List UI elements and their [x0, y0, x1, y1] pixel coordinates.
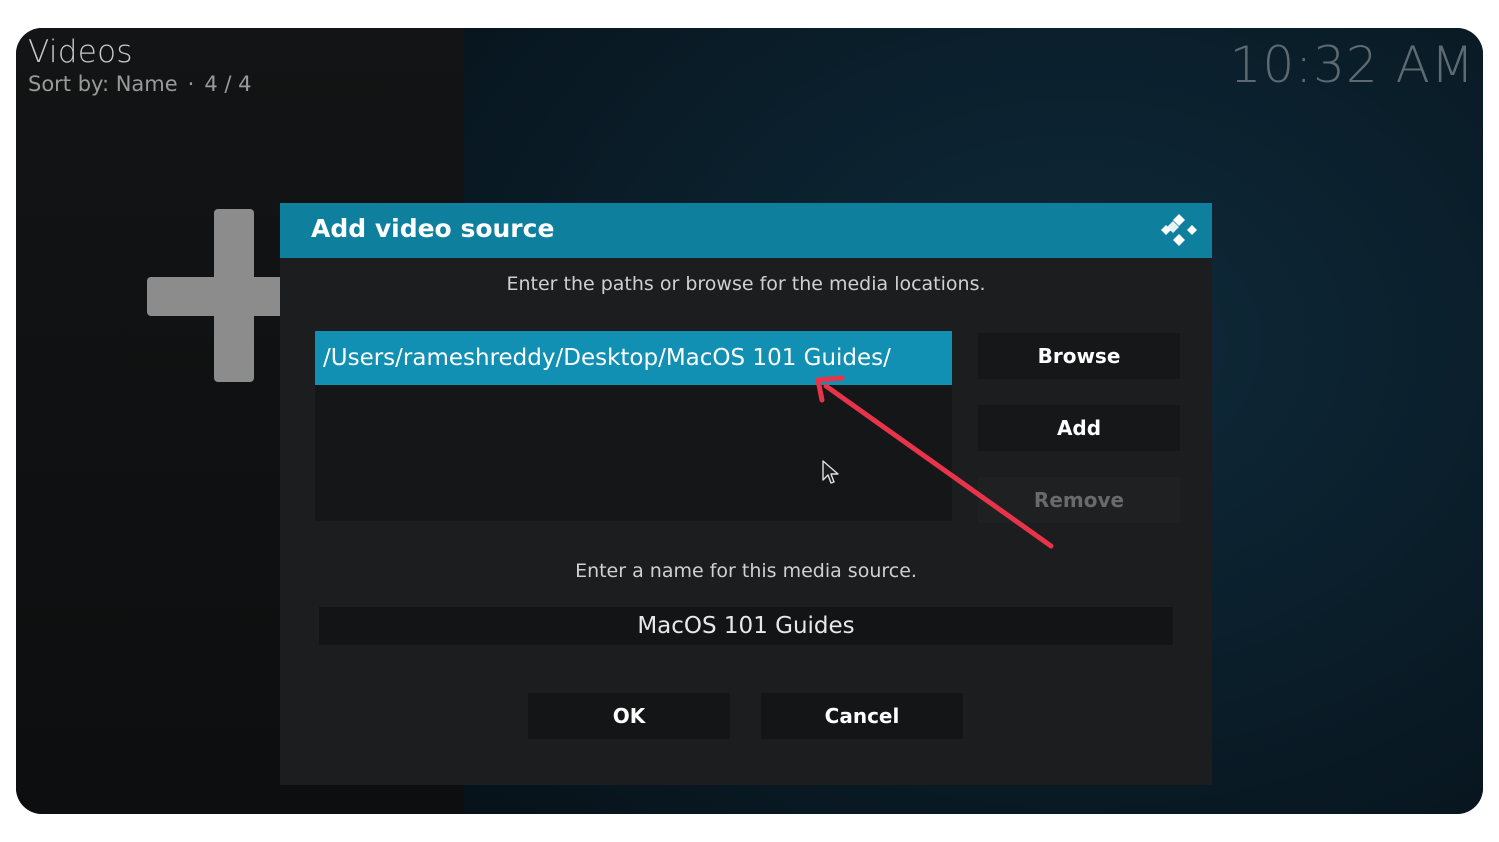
remove-button[interactable]: Remove: [978, 477, 1180, 523]
source-name-field[interactable]: MacOS 101 Guides: [319, 607, 1173, 645]
add-video-source-dialog: Add video source Enter the paths or brow…: [280, 203, 1212, 785]
browse-button[interactable]: Browse: [978, 333, 1180, 379]
path-list-item[interactable]: /Users/rameshreddy/Desktop/MacOS 101 Gui…: [315, 331, 952, 385]
sort-label[interactable]: Sort by: Name: [28, 72, 178, 96]
dialog-title: Add video source: [311, 214, 555, 243]
clock: 10:32 AM: [1229, 36, 1475, 94]
name-instruction: Enter a name for this media source.: [575, 560, 917, 582]
paths-list[interactable]: /Users/rameshreddy/Desktop/MacOS 101 Gui…: [315, 331, 952, 521]
item-count: 4 / 4: [204, 72, 252, 96]
mouse-pointer-icon: [822, 460, 839, 484]
cancel-button[interactable]: Cancel: [761, 693, 963, 739]
kodi-logo-icon: [1161, 214, 1197, 246]
sort-info: Sort by: Name · 4 / 4: [28, 72, 252, 96]
dialog-header: Add video source: [280, 203, 1212, 258]
ok-button[interactable]: OK: [528, 693, 730, 739]
page-title: Videos: [28, 34, 133, 70]
add-button[interactable]: Add: [978, 405, 1180, 451]
paths-instruction: Enter the paths or browse for the media …: [506, 273, 986, 295]
separator-dot: ·: [187, 72, 195, 96]
kodi-screen: Videos Sort by: Name · 4 / 4 10:32 AM Add …: [16, 28, 1483, 814]
